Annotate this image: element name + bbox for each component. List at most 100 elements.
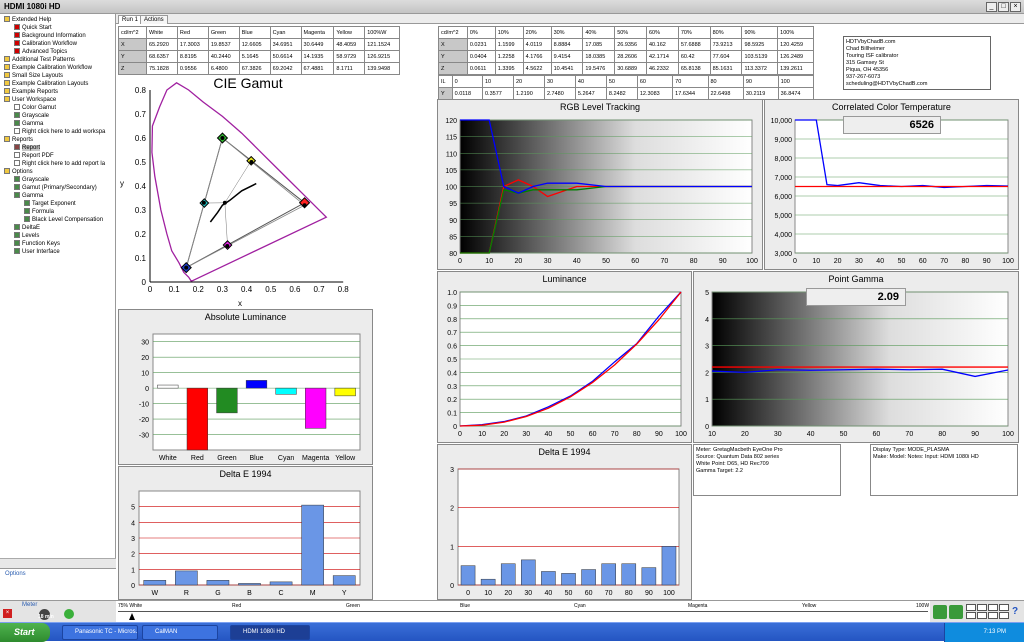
cie-y-tick: 0.5 [135, 158, 147, 167]
x-tick-label: 90 [971, 431, 979, 438]
table-header-cell: Green [208, 27, 239, 39]
tree-item[interactable]: Gamma [14, 120, 43, 128]
tree-item-label: Gamma [22, 193, 43, 199]
tree-item[interactable]: Example Reports [4, 88, 58, 96]
go-icon[interactable] [64, 609, 74, 619]
x-tick-label: 50 [567, 431, 575, 438]
tree-item[interactable]: Small Size Layouts [4, 72, 63, 80]
y-tick-label: 2 [131, 552, 135, 559]
pattern-label[interactable]: 100W [916, 603, 929, 609]
taskbar-item-calman[interactable]: CalMAN [142, 625, 218, 640]
tree-item[interactable]: Levels [14, 232, 39, 240]
tree-item[interactable]: User Interface [14, 248, 60, 256]
tree-node-icon [4, 16, 10, 22]
y-tick-label: 0.8 [447, 317, 457, 324]
step-buttons[interactable] [966, 604, 1010, 620]
tree-item[interactable]: Quick Start [14, 24, 52, 32]
pattern-slider-handle[interactable] [129, 613, 135, 620]
secondary-line [225, 161, 251, 203]
tree-item[interactable]: Example Calibration Layouts [4, 80, 88, 88]
tree-item[interactable]: Report [14, 144, 40, 152]
tree-item-label: Color Gamut [22, 105, 56, 111]
pattern-label[interactable]: Green [346, 603, 360, 609]
table-cell: 12.6605 [239, 39, 270, 51]
pattern-label[interactable]: Cyan [574, 603, 586, 609]
table-header-cell: 30 [544, 76, 575, 88]
start-button[interactable]: Start [0, 623, 50, 642]
info-line: 315 Gamsey St [846, 60, 988, 67]
table-header-cell: 40 [575, 76, 606, 88]
tree-item[interactable]: Additional Test Patterns [4, 56, 75, 64]
tree-node-icon [4, 80, 10, 86]
tree-item[interactable]: Reports [4, 136, 33, 144]
cie-y-tick: 0.1 [135, 254, 147, 263]
options-link[interactable]: Options [5, 571, 26, 577]
table-cell: 0.0231 [467, 39, 495, 51]
tree-item[interactable]: Grayscale [14, 112, 49, 120]
close-button[interactable]: × [1010, 2, 1021, 12]
tree-item[interactable]: Background Information [14, 32, 86, 40]
pattern-label[interactable]: Magenta [688, 603, 707, 609]
tab-actions[interactable]: Actions [140, 15, 168, 24]
x-tick-label: 40 [876, 258, 884, 265]
x-tick-label: 60 [919, 258, 927, 265]
x-tick-label: Cyan [278, 455, 294, 462]
bar [335, 388, 356, 396]
tree-item[interactable]: Function Keys [14, 240, 60, 248]
table-cell: 28.2606 [615, 51, 647, 63]
tree-item[interactable]: Calibration Workflow [14, 40, 77, 48]
x-tick-label: 30 [524, 590, 532, 597]
tree-item[interactable]: Formula [24, 208, 54, 216]
tree-item[interactable]: Right click here to add report la [14, 160, 105, 168]
info-line: White Point: D65, HD Rec709 [696, 461, 838, 468]
maximize-button[interactable]: □ [998, 2, 1009, 12]
help-icon[interactable]: ? [1012, 606, 1022, 618]
pattern-label[interactable]: 75% White [118, 603, 142, 609]
tree-item[interactable]: Gamma [14, 192, 43, 200]
tree-item[interactable]: Color Gamut [14, 104, 56, 112]
pattern-label[interactable]: Yellow [802, 603, 816, 609]
x-tick-label: 80 [938, 431, 946, 438]
tree-horizontal-scrollbar[interactable] [0, 558, 116, 568]
tree-item[interactable]: Target Exponent [24, 200, 76, 208]
x-tick-label: 70 [611, 431, 619, 438]
tree-item[interactable]: Extended Help [4, 16, 51, 24]
x-tick-label: 0 [466, 590, 470, 597]
options-panel: Options [0, 568, 116, 602]
tree-item[interactable]: Options [4, 168, 33, 176]
table-header-cell: Blue [239, 27, 270, 39]
tree-item[interactable]: Example Calibration Workflow [4, 64, 92, 72]
taskbar-item-hdmi[interactable]: HDMI 1080i HD [230, 625, 310, 640]
tree-item[interactable]: Report PDF [14, 152, 54, 160]
tree-item[interactable]: Gamut (Primary/Secondary) [14, 184, 97, 192]
taskbar-item-panasonic[interactable]: Panasonic TC - Micros... [62, 625, 138, 640]
tree-node-icon [4, 96, 10, 102]
tree-item-label: Calibration Workflow [22, 41, 77, 47]
pattern-label[interactable]: Red [232, 603, 241, 609]
x-tick-label: 100 [1002, 431, 1014, 438]
tree-item[interactable]: Grayscale [14, 176, 49, 184]
tab-run1[interactable]: Run 1 [118, 15, 142, 24]
spectral-locus [152, 83, 326, 281]
minimize-button[interactable]: _ [986, 2, 997, 12]
tree-item[interactable]: Advanced Topics [14, 48, 67, 56]
pattern-label[interactable]: Blue [460, 603, 470, 609]
pattern-bar[interactable]: 75% White Red Green Blue Cyan Magenta Yellow 10… [116, 600, 930, 622]
tree-item[interactable]: DeltaE [14, 224, 40, 232]
y-tick-label: -10 [139, 402, 149, 409]
table-row: Z0.06111.33954.562210.454119.547630.6889… [439, 63, 814, 75]
de-gray-title: Delta E 1994 [438, 447, 691, 457]
tree-item[interactable]: User Workspace [4, 96, 56, 104]
refresh-icon[interactable] [933, 605, 947, 619]
table-header-cell: 70 [673, 76, 708, 88]
cie-x-tick: 0.1 [169, 285, 181, 294]
tree-node-icon [14, 184, 20, 190]
stop-icon[interactable]: × [3, 609, 12, 618]
loop-icon[interactable] [949, 605, 963, 619]
table-row: X0.02311.15994.01198.888417.08526.935640… [439, 39, 814, 51]
tree-item[interactable]: Black Level Compensation [24, 216, 103, 224]
y-tick-label: 2 [450, 506, 454, 513]
tree-item[interactable]: Right click here to add workspa [14, 128, 105, 136]
tree-item-label: Report [22, 145, 40, 151]
x-tick-label: 90 [983, 258, 991, 265]
